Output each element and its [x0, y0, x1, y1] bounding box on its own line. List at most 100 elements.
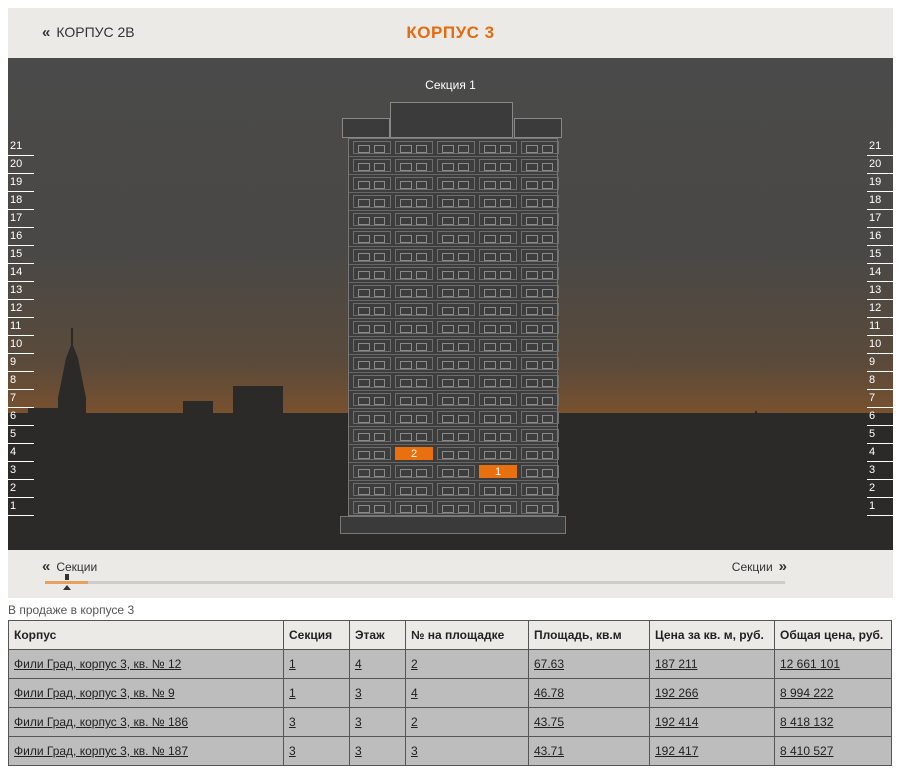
- table-cell-link[interactable]: Фили Град, корпус 3, кв. № 9: [14, 686, 175, 700]
- floor-number-left[interactable]: 4: [8, 444, 34, 462]
- table-cell-link[interactable]: 1: [289, 686, 296, 700]
- apartment-cell[interactable]: [395, 375, 433, 388]
- floor-number-right[interactable]: 10: [867, 336, 893, 354]
- apartment-cell[interactable]: [353, 303, 391, 316]
- apartment-cell[interactable]: [479, 411, 517, 424]
- apartment-cell[interactable]: [437, 357, 475, 370]
- apartment-cell[interactable]: [479, 447, 517, 460]
- apartment-cell[interactable]: [353, 411, 391, 424]
- apartment-cell[interactable]: [479, 339, 517, 352]
- floor-number-right[interactable]: 12: [867, 300, 893, 318]
- apartment-cell[interactable]: [479, 357, 517, 370]
- floor-number-right[interactable]: 2: [867, 480, 893, 498]
- floor-number-left[interactable]: 19: [8, 174, 34, 192]
- apartment-cell[interactable]: [521, 177, 559, 190]
- apartment-cell[interactable]: [437, 393, 475, 406]
- apartment-cell[interactable]: [395, 393, 433, 406]
- floor-number-left[interactable]: 8: [8, 372, 34, 390]
- apartment-cell[interactable]: [395, 465, 433, 478]
- table-cell-link[interactable]: 4: [411, 686, 418, 700]
- apartment-cell[interactable]: [437, 339, 475, 352]
- apartment-cell[interactable]: [353, 357, 391, 370]
- apartment-cell[interactable]: [395, 501, 433, 514]
- floor-number-right[interactable]: 11: [867, 318, 893, 336]
- apartment-cell[interactable]: [479, 141, 517, 154]
- sections-slider-handle[interactable]: [63, 574, 71, 590]
- apartment-cell[interactable]: [521, 429, 559, 442]
- floor-number-right[interactable]: 5: [867, 426, 893, 444]
- apartment-cell[interactable]: [395, 429, 433, 442]
- apartment-cell[interactable]: [479, 267, 517, 280]
- apartment-cell[interactable]: [521, 393, 559, 406]
- floor-number-left[interactable]: 6: [8, 408, 34, 426]
- apartment-cell[interactable]: [437, 429, 475, 442]
- floor-number-right[interactable]: 4: [867, 444, 893, 462]
- table-cell-link[interactable]: Фили Град, корпус 3, кв. № 12: [14, 657, 181, 671]
- floor-number-right[interactable]: 6: [867, 408, 893, 426]
- apartment-cell[interactable]: [521, 321, 559, 334]
- apartment-cell[interactable]: [437, 249, 475, 262]
- floor-number-left[interactable]: 5: [8, 426, 34, 444]
- apartment-cell[interactable]: [521, 285, 559, 298]
- table-cell-link[interactable]: 192 414: [655, 715, 698, 729]
- floor-number-right[interactable]: 19: [867, 174, 893, 192]
- floor-number-right[interactable]: 1: [867, 498, 893, 516]
- apartment-cell[interactable]: [437, 213, 475, 226]
- apartment-cell[interactable]: [479, 195, 517, 208]
- apartment-cell[interactable]: [521, 357, 559, 370]
- apartment-cell[interactable]: [353, 231, 391, 244]
- apartment-cell[interactable]: [353, 483, 391, 496]
- apartment-cell[interactable]: [521, 339, 559, 352]
- table-cell-link[interactable]: 43.71: [534, 744, 564, 758]
- apartment-cell[interactable]: [521, 267, 559, 280]
- sections-next-button[interactable]: Секции »: [732, 559, 787, 574]
- table-cell-link[interactable]: 2: [411, 715, 418, 729]
- apartment-cell[interactable]: [353, 465, 391, 478]
- floor-number-right[interactable]: 7: [867, 390, 893, 408]
- table-cell-link[interactable]: 3: [355, 744, 362, 758]
- apartment-cell[interactable]: [437, 321, 475, 334]
- table-cell-link[interactable]: 43.75: [534, 715, 564, 729]
- apartment-cell[interactable]: [521, 249, 559, 262]
- apartment-cell[interactable]: [521, 303, 559, 316]
- apartment-cell[interactable]: [437, 267, 475, 280]
- table-cell-link[interactable]: 46.78: [534, 686, 564, 700]
- floor-number-left[interactable]: 20: [8, 156, 34, 174]
- apartment-cell[interactable]: [437, 375, 475, 388]
- apartment-cell[interactable]: [521, 447, 559, 460]
- apartment-cell[interactable]: [479, 159, 517, 172]
- floor-number-left[interactable]: 11: [8, 318, 34, 336]
- apartment-cell[interactable]: [521, 195, 559, 208]
- floor-number-left[interactable]: 17: [8, 210, 34, 228]
- apartment-cell[interactable]: [353, 195, 391, 208]
- apartment-cell[interactable]: [521, 141, 559, 154]
- apartment-cell[interactable]: [437, 411, 475, 424]
- floor-number-right[interactable]: 17: [867, 210, 893, 228]
- apartment-available-cell[interactable]: 1: [479, 465, 517, 478]
- apartment-cell[interactable]: [521, 231, 559, 244]
- table-cell-link[interactable]: 3: [355, 715, 362, 729]
- apartment-cell[interactable]: [353, 447, 391, 460]
- apartment-cell[interactable]: [353, 429, 391, 442]
- apartment-cell[interactable]: [479, 483, 517, 496]
- apartment-cell[interactable]: [395, 177, 433, 190]
- apartment-cell[interactable]: [479, 429, 517, 442]
- apartment-cell[interactable]: [437, 303, 475, 316]
- apartment-cell[interactable]: [353, 285, 391, 298]
- apartment-cell[interactable]: [395, 411, 433, 424]
- table-cell-link[interactable]: 3: [411, 744, 418, 758]
- floor-number-right[interactable]: 13: [867, 282, 893, 300]
- floor-number-left[interactable]: 21: [8, 138, 34, 156]
- floor-number-right[interactable]: 18: [867, 192, 893, 210]
- apartment-cell[interactable]: [353, 177, 391, 190]
- table-cell-link[interactable]: 3: [355, 686, 362, 700]
- apartment-cell[interactable]: [395, 249, 433, 262]
- apartment-cell[interactable]: [521, 159, 559, 172]
- apartment-available-cell[interactable]: 2: [395, 447, 433, 460]
- apartment-cell[interactable]: [437, 285, 475, 298]
- table-cell-link[interactable]: 8 418 132: [780, 715, 833, 729]
- apartment-cell[interactable]: [395, 357, 433, 370]
- apartment-cell[interactable]: [437, 501, 475, 514]
- floor-number-right[interactable]: 14: [867, 264, 893, 282]
- table-cell-link[interactable]: 4: [355, 657, 362, 671]
